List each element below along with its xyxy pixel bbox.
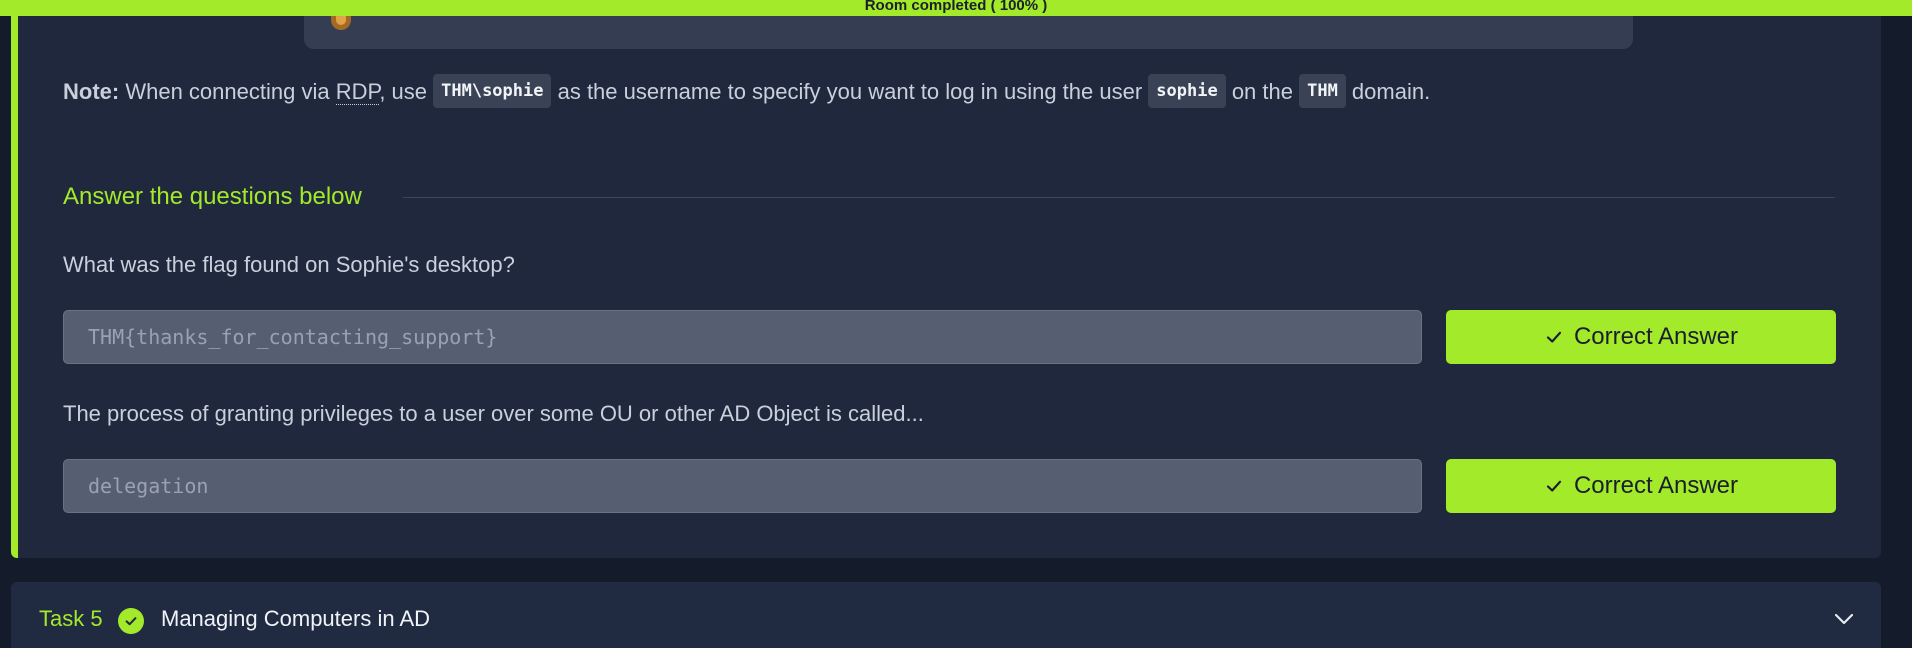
answer-questions-heading: Answer the questions below xyxy=(63,183,362,210)
room-progress-label: Room completed ( 100% ) xyxy=(864,0,1048,14)
check-circle-icon xyxy=(118,608,144,634)
rdp-abbreviation: RDP xyxy=(335,79,380,105)
domain-code: THM xyxy=(1299,74,1346,109)
username-code: THM\sophie xyxy=(433,74,552,109)
question-2-text: The process of granting privileges to a … xyxy=(63,401,924,426)
room-progress-bar: Room completed ( 100% ) xyxy=(0,0,1912,16)
note-text-3: as the username to specify you want to l… xyxy=(551,79,1149,104)
answer-1-button-label: Correct Answer xyxy=(1573,323,1739,350)
note-text-1: When connecting via xyxy=(119,79,336,104)
note-text-4: on the xyxy=(1225,79,1300,104)
note-text-2: , use xyxy=(379,79,434,104)
answer-2-correct-button[interactable]: Correct Answer xyxy=(1446,459,1836,513)
rdp-note: Note: When connecting via RDP, use THM\s… xyxy=(63,74,1430,110)
note-text-5: domain. xyxy=(1345,79,1431,104)
task-5-header[interactable]: Task 5 Managing Computers in AD xyxy=(11,582,1881,648)
section-divider xyxy=(403,197,1835,198)
answer-2-field[interactable]: delegation xyxy=(63,459,1422,513)
chevron-down-icon[interactable] xyxy=(1833,611,1855,627)
question-1-text: What was the flag found on Sophie's desk… xyxy=(63,252,515,277)
answer-1-correct-button[interactable]: Correct Answer xyxy=(1446,310,1836,364)
check-icon xyxy=(1546,331,1562,343)
task-number: Task 5 xyxy=(39,606,103,631)
answer-2-button-label: Correct Answer xyxy=(1573,472,1739,499)
task-title: Managing Computers in AD xyxy=(161,606,431,631)
note-label: Note: xyxy=(63,79,120,104)
answer-1-field[interactable]: THM{thanks_for_contacting_support} xyxy=(63,310,1422,364)
user-code: sophie xyxy=(1148,74,1226,109)
check-icon xyxy=(1546,480,1562,492)
